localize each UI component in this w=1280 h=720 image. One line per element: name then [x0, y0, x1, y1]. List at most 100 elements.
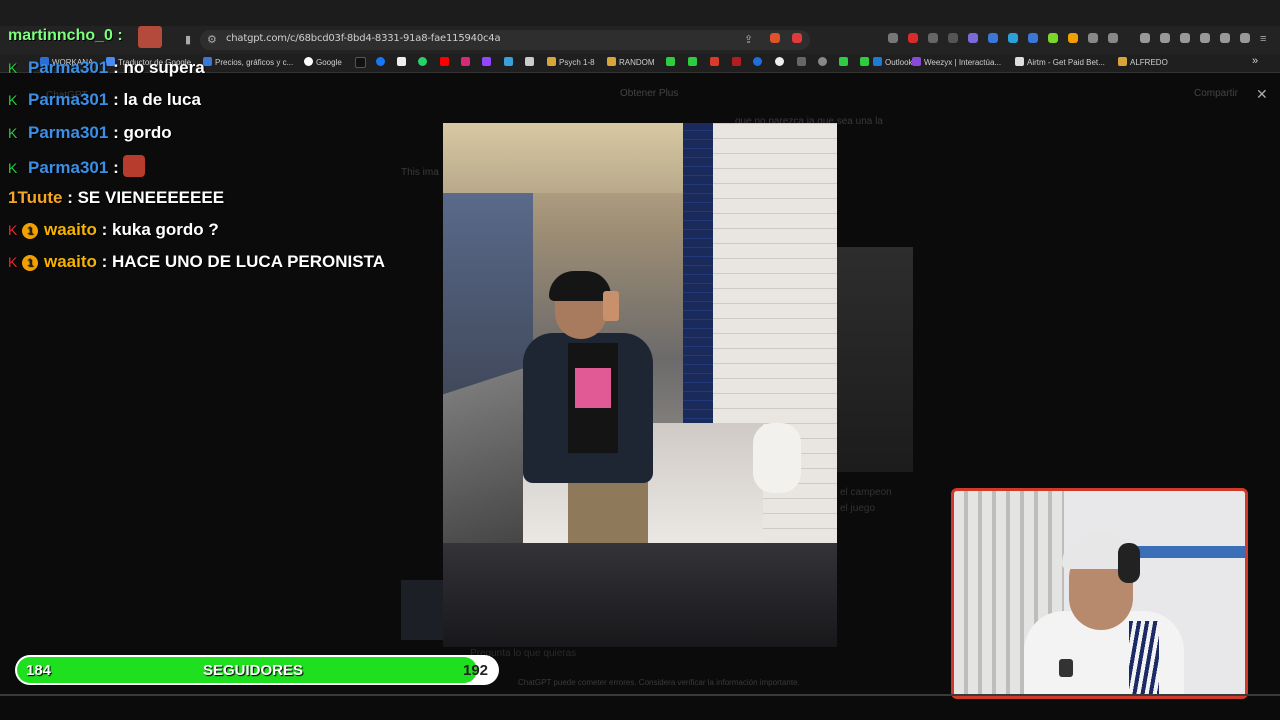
extension-icon[interactable] — [1068, 33, 1078, 43]
bookmark-misc[interactable] — [710, 57, 722, 67]
bookmark-misc[interactable] — [818, 57, 830, 67]
bookmark-facebook[interactable] — [376, 57, 388, 67]
bookmark-misc[interactable] — [860, 57, 872, 67]
close-icon[interactable]: ✕ — [1256, 86, 1268, 103]
bookmark-folder-random[interactable]: RANDOM — [607, 57, 655, 67]
chat-username: waaito — [44, 252, 97, 271]
bookmark-whatsapp[interactable] — [418, 57, 430, 67]
twitch-icon — [482, 57, 491, 66]
extension-icon[interactable] — [1028, 33, 1038, 43]
bookmark-weezyx[interactable]: Weezyx | Interactúa... — [912, 57, 1001, 67]
headphones-icon — [1118, 543, 1140, 583]
bookmark-outlook[interactable]: Outlook — [873, 57, 913, 67]
kick-badge-icon: K — [8, 254, 18, 270]
folder-icon — [1118, 57, 1127, 66]
brave-shield-icon[interactable] — [770, 33, 780, 43]
chat-text: : — [113, 158, 119, 177]
link-icon — [688, 57, 697, 66]
bookmark-airtm[interactable]: Airtm - Get Paid Bet... — [1015, 57, 1105, 67]
kick-badge-icon: K — [8, 60, 18, 76]
background-image — [837, 247, 913, 472]
follower-goal-label: SEGUIDORES — [203, 662, 304, 679]
chat-text: : HACE UNO DE LUCA PERONISTA — [101, 252, 385, 271]
extension-icon[interactable] — [1008, 33, 1018, 43]
webcam-overlay — [951, 488, 1248, 699]
share-button[interactable]: Compartir — [1194, 88, 1238, 99]
link-icon — [839, 57, 848, 66]
more-bookmarks-icon[interactable]: » — [1252, 55, 1258, 67]
bookmark-misc[interactable] — [797, 57, 809, 67]
upgrade-button[interactable]: Obtener Plus — [620, 88, 678, 99]
chat-username: waaito — [44, 220, 97, 239]
bookmark-misc[interactable] — [753, 57, 765, 67]
wallet-icon[interactable] — [1200, 33, 1210, 43]
bookmark-misc[interactable] — [775, 57, 787, 67]
airtm-icon — [1015, 57, 1024, 66]
whatsapp-icon — [418, 57, 427, 66]
extension-icon[interactable] — [988, 33, 998, 43]
puzzle-icon[interactable] — [1088, 33, 1098, 43]
ghost-message: This ima — [401, 167, 439, 178]
bookmark-misc[interactable] — [525, 57, 537, 67]
link-icon — [666, 57, 675, 66]
bookmark-misc[interactable] — [504, 57, 516, 67]
extension-icon[interactable] — [908, 33, 918, 43]
chat-message: K Parma301 : gordo — [8, 123, 172, 143]
share-icon[interactable]: ⇪ — [744, 33, 753, 46]
photo-shirt-logo — [575, 368, 611, 408]
bookmark-folder-alfredo[interactable]: ALFREDO — [1118, 57, 1168, 67]
chat-message: K Parma301 : no supera — [8, 58, 205, 78]
bookmark-misc[interactable] — [839, 57, 851, 67]
bookmark-folder-psych[interactable]: Psych 1-8 — [547, 57, 595, 67]
link-icon — [860, 57, 869, 66]
youtube-icon — [440, 57, 449, 66]
sidebar-icon[interactable] — [1180, 33, 1190, 43]
bookmark-misc[interactable] — [666, 57, 678, 67]
streamer-emote — [138, 26, 162, 48]
brave-rewards-icon[interactable] — [792, 33, 802, 43]
chat-emote — [122, 155, 145, 177]
folder-icon — [547, 57, 556, 66]
link-icon — [818, 57, 827, 66]
menu-icon[interactable]: ≡ — [1260, 33, 1266, 45]
webcam-shirt-stripes — [1129, 621, 1159, 696]
chat-message: K 1 waaito : kuka gordo ? — [8, 220, 219, 240]
kick-badge-icon: K — [8, 92, 18, 108]
chat-message: K 1 waaito : HACE UNO DE LUCA PERONISTA — [8, 252, 385, 272]
bookmark-google[interactable]: Google — [304, 57, 342, 67]
follower-goal-target: 192 — [463, 662, 489, 679]
bookmark-x[interactable] — [397, 57, 409, 67]
bookmark-tiktok[interactable] — [355, 57, 369, 69]
site-settings-icon[interactable]: ⚙ — [207, 33, 217, 46]
url-text[interactable]: chatgpt.com/c/68bcd03f-8bd4-8331-91a8-fa… — [226, 33, 501, 44]
bookmark-misc[interactable] — [688, 57, 700, 67]
extension-icon[interactable] — [1048, 33, 1058, 43]
bookmark-icon[interactable]: ▮ — [185, 33, 191, 46]
link-icon — [732, 57, 741, 66]
tiktok-icon — [355, 57, 366, 68]
bookmark-instagram[interactable] — [461, 57, 473, 67]
google-icon — [304, 57, 313, 66]
folder-icon — [607, 57, 616, 66]
tab-icon[interactable] — [1108, 33, 1118, 43]
chat-username: Parma301 — [28, 158, 109, 177]
extension-icon[interactable] — [888, 33, 898, 43]
vpn-icon[interactable] — [1240, 33, 1250, 43]
bookmark-twitch[interactable] — [482, 57, 494, 67]
music-icon[interactable] — [1160, 33, 1170, 43]
ghost-message: el campeon — [840, 487, 892, 498]
kick-badge-icon: K — [8, 222, 18, 238]
chat-username: 1Tuute — [8, 188, 63, 207]
extension-icon[interactable] — [948, 33, 958, 43]
chat-text: : no supera — [113, 58, 205, 77]
leo-icon[interactable] — [1220, 33, 1230, 43]
extension-icon[interactable] — [928, 33, 938, 43]
link-icon — [775, 57, 784, 66]
chat-username: Parma301 — [28, 58, 109, 77]
bookmark-misc[interactable] — [732, 57, 744, 67]
ghost-message: el juego — [840, 503, 876, 514]
bookmark-youtube[interactable] — [440, 57, 452, 67]
bookmark-prices[interactable]: Precios, gráficos y c... — [203, 57, 293, 67]
extension-icon[interactable] — [968, 33, 978, 43]
download-icon[interactable] — [1140, 33, 1150, 43]
